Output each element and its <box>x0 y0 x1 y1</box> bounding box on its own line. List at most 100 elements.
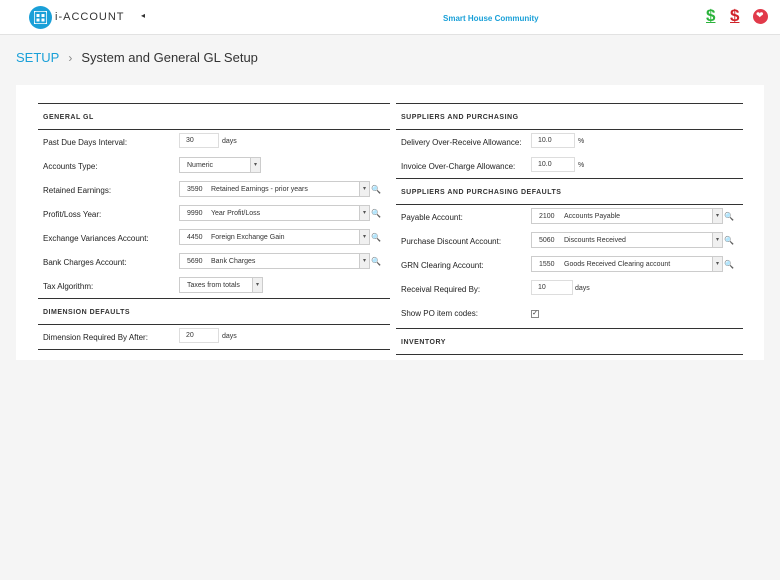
purchase-discount-select[interactable]: 5060 Discounts Received ▾ <box>531 232 723 248</box>
past-due-unit: days <box>222 138 237 145</box>
breadcrumb-setup-link[interactable]: SETUP <box>16 50 59 65</box>
past-due-row: Past Due Days Interval: 30 days <box>38 130 390 154</box>
receival-required-input[interactable]: 10 <box>531 280 573 295</box>
bank-charges-select[interactable]: 5690 Bank Charges ▾ <box>179 253 370 269</box>
section-divider <box>38 349 390 350</box>
exchange-variances-row: Exchange Variances Account: 4450 Foreign… <box>38 226 390 250</box>
page-title: System and General GL Setup <box>81 50 258 65</box>
bank-charges-name: Bank Charges <box>211 258 256 265</box>
inventory-heading: INVENTORY <box>396 328 743 355</box>
bank-charges-code: 5690 <box>187 258 203 265</box>
dimension-required-unit: days <box>222 333 237 340</box>
search-icon[interactable]: 🔍 <box>724 212 734 221</box>
payable-account-code: 2100 <box>539 213 555 220</box>
dimension-required-row: Dimension Required By After: 20 days <box>38 325 390 349</box>
breadcrumb-separator-icon: › <box>68 51 73 65</box>
top-bar: i-ACCOUNT ◂ Smart House Community $ $ ❤ <box>0 0 780 35</box>
profit-loss-label: Profit/Loss Year: <box>43 210 102 219</box>
search-icon[interactable]: 🔍 <box>371 185 381 194</box>
accounts-type-row: Accounts Type: Numeric ▾ <box>38 154 390 178</box>
search-icon[interactable]: 🔍 <box>371 257 381 266</box>
exchange-variances-code: 4450 <box>187 234 203 241</box>
payable-account-label: Payable Account: <box>401 213 463 222</box>
retained-earnings-label: Retained Earnings: <box>43 186 112 195</box>
accounts-type-select[interactable]: Numeric ▾ <box>179 157 261 173</box>
past-due-label: Past Due Days Interval: <box>43 138 128 147</box>
past-due-input[interactable]: 30 <box>179 133 219 148</box>
profit-loss-select[interactable]: 9990 Year Profit/Loss ▾ <box>179 205 370 221</box>
logo-text: i-ACCOUNT <box>55 11 125 23</box>
show-po-codes-row: Show PO item codes: ✓ <box>396 301 743 325</box>
chevron-down-icon: ▾ <box>359 206 369 220</box>
grn-clearing-row: GRN Clearing Account: 1550 Goods Receive… <box>396 253 743 277</box>
accounts-type-label: Accounts Type: <box>43 162 98 171</box>
purchase-discount-code: 5060 <box>539 237 555 244</box>
grn-clearing-label: GRN Clearing Account: <box>401 261 484 270</box>
invoice-allowance-input[interactable]: 10.0 <box>531 157 575 172</box>
receival-required-row: Receival Required By: 10 days <box>396 277 743 301</box>
setup-panel: GENERAL GL Past Due Days Interval: 30 da… <box>16 85 764 360</box>
receival-required-label: Receival Required By: <box>401 285 481 294</box>
tax-algorithm-label: Tax Algorithm: <box>43 282 94 291</box>
tax-algorithm-value: Taxes from totals <box>187 282 240 289</box>
accounts-type-value: Numeric <box>187 162 214 169</box>
payable-account-select[interactable]: 2100 Accounts Payable ▾ <box>531 208 723 224</box>
search-icon[interactable]: 🔍 <box>371 209 381 218</box>
sidebar-toggle-icon[interactable]: ◂ <box>141 11 145 20</box>
retained-earnings-code: 3590 <box>187 186 203 193</box>
chevron-down-icon: ▾ <box>359 182 369 196</box>
retained-earnings-row: Retained Earnings: 3590 Retained Earning… <box>38 178 390 202</box>
chevron-down-icon: ▾ <box>359 254 369 268</box>
retained-earnings-select[interactable]: 3590 Retained Earnings - prior years ▾ <box>179 181 370 197</box>
search-icon[interactable]: 🔍 <box>724 260 734 269</box>
chevron-down-icon: ▾ <box>712 257 722 271</box>
search-icon[interactable]: 🔍 <box>371 233 381 242</box>
tax-algorithm-select[interactable]: Taxes from totals ▾ <box>179 277 263 293</box>
exchange-variances-name: Foreign Exchange Gain <box>211 234 285 241</box>
bank-charges-label: Bank Charges Account: <box>43 258 127 267</box>
exchange-variances-select[interactable]: 4450 Foreign Exchange Gain ▾ <box>179 229 370 245</box>
purchase-discount-name: Discounts Received <box>564 237 626 244</box>
payable-account-row: Payable Account: 2100 Accounts Payable ▾… <box>396 205 743 229</box>
chevron-down-icon: ▾ <box>712 233 722 247</box>
general-gl-heading: GENERAL GL <box>38 103 390 130</box>
grn-clearing-select[interactable]: 1550 Goods Received Clearing account ▾ <box>531 256 723 272</box>
delivery-allowance-input[interactable]: 10.0 <box>531 133 575 148</box>
heart-icon[interactable]: ❤ <box>753 9 768 24</box>
exchange-variances-label: Exchange Variances Account: <box>43 234 149 243</box>
breadcrumb: SETUP › System and General GL Setup <box>16 50 258 65</box>
show-po-codes-checkbox[interactable]: ✓ <box>531 310 539 318</box>
right-column: SUPPLIERS AND PURCHASING Delivery Over-R… <box>396 103 743 355</box>
purchase-discount-label: Purchase Discount Account: <box>401 237 502 246</box>
retained-earnings-name: Retained Earnings - prior years <box>211 186 308 193</box>
invoice-allowance-unit: % <box>578 162 585 169</box>
chevron-down-icon: ▾ <box>712 209 722 223</box>
supplier-defaults-heading: SUPPLIERS AND PURCHASING DEFAULTS <box>396 178 743 205</box>
chevron-down-icon: ▾ <box>252 278 262 292</box>
chevron-down-icon: ▾ <box>359 230 369 244</box>
delivery-allowance-row: Delivery Over-Receive Allowance: 10.0 % <box>396 130 743 154</box>
suppliers-heading: SUPPLIERS AND PURCHASING <box>396 103 743 130</box>
delivery-allowance-label: Delivery Over-Receive Allowance: <box>401 138 522 147</box>
grn-clearing-name: Goods Received Clearing account <box>564 261 671 268</box>
dimension-defaults-heading: DIMENSION DEFAULTS <box>38 298 390 325</box>
chevron-down-icon: ▾ <box>250 158 260 172</box>
left-column: GENERAL GL Past Due Days Interval: 30 da… <box>38 103 390 350</box>
profit-loss-row: Profit/Loss Year: 9990 Year Profit/Loss … <box>38 202 390 226</box>
search-icon[interactable]: 🔍 <box>724 236 734 245</box>
money-red-icon[interactable]: $ <box>730 6 739 26</box>
dimension-required-input[interactable]: 20 <box>179 328 219 343</box>
invoice-allowance-label: Invoice Over-Charge Allowance: <box>401 162 516 171</box>
show-po-codes-label: Show PO item codes: <box>401 309 478 318</box>
bank-charges-row: Bank Charges Account: 5690 Bank Charges … <box>38 250 390 274</box>
receival-required-unit: days <box>575 285 590 292</box>
logo-icon[interactable] <box>29 6 52 29</box>
grn-clearing-code: 1550 <box>539 261 555 268</box>
company-name[interactable]: Smart House Community <box>443 14 539 23</box>
invoice-allowance-row: Invoice Over-Charge Allowance: 10.0 % <box>396 154 743 178</box>
payable-account-name: Accounts Payable <box>564 213 621 220</box>
tax-algorithm-row: Tax Algorithm: Taxes from totals ▾ <box>38 274 390 298</box>
delivery-allowance-unit: % <box>578 138 585 145</box>
money-green-icon[interactable]: $ <box>706 6 715 26</box>
purchase-discount-row: Purchase Discount Account: 5060 Discount… <box>396 229 743 253</box>
